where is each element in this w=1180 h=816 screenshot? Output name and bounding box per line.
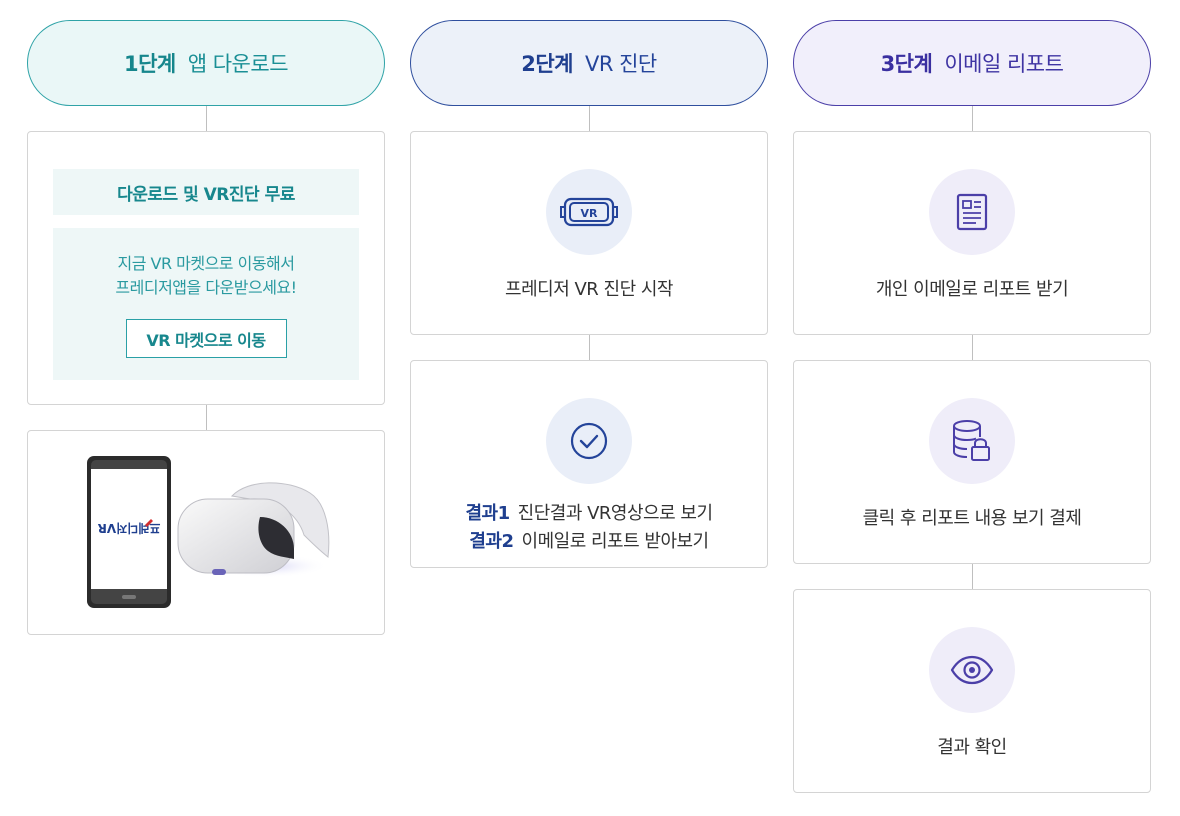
- step2-number: 2단계: [521, 52, 573, 76]
- connector: [971, 564, 973, 589]
- step2-column: 2단계 VR 진단 VR 프레디저 VR 진단 시작 결과1 진단결과 VR영상으…: [410, 20, 768, 568]
- step1-header: 1단계 앱 다운로드: [27, 20, 385, 106]
- download-line-2: 프레디저앱을 다운받으세요!: [115, 278, 297, 297]
- result-key-1: 결과1: [465, 503, 510, 524]
- eye-icon-circle: [929, 627, 1015, 713]
- vr-headset-icon: [177, 482, 330, 578]
- payment-label: 클릭 후 리포트 내용 보기 결제: [862, 508, 1082, 529]
- payment-card: 클릭 후 리포트 내용 보기 결제: [793, 360, 1151, 564]
- email-report-label: 개인 이메일로 리포트 받기: [875, 279, 1069, 300]
- report-icon-circle: [929, 169, 1015, 255]
- result-text-2: 이메일로 리포트 받아보기: [521, 531, 710, 552]
- vr-start-card: VR 프레디저 VR 진단 시작: [410, 131, 768, 335]
- result-key-2: 결과2: [469, 531, 514, 552]
- step3-header: 3단계 이메일 리포트: [793, 20, 1151, 106]
- check-icon-circle: [546, 398, 632, 484]
- vr-icon-text: VR: [581, 207, 599, 220]
- download-card: 다운로드 및 VR진단 무료 지금 VR 마켓으로 이동해서 프레디저앱을 다운…: [27, 131, 385, 405]
- result-item-2: 결과2 이메일로 리포트 받아보기: [465, 528, 712, 556]
- check-circle-icon: [570, 422, 608, 460]
- connector: [971, 335, 973, 360]
- result-list: 결과1 진단결과 VR영상으로 보기 결과2 이메일로 리포트 받아보기: [465, 500, 713, 556]
- vr-market-button[interactable]: VR 마켓으로 이동: [125, 319, 287, 358]
- database-lock-icon-circle: [929, 398, 1015, 484]
- step1-title: 앱 다운로드: [187, 52, 289, 76]
- vr-icon-circle: VR: [546, 169, 632, 255]
- vr-goggles-icon: VR: [560, 197, 618, 227]
- newspaper-icon: [956, 193, 988, 231]
- step2-title: VR 진단: [584, 52, 657, 76]
- download-description: 지금 VR 마켓으로 이동해서 프레디저앱을 다운받으세요!: [115, 252, 297, 300]
- step3-column: 3단계 이메일 리포트 개인 이메일로 리포트 받기 클릭 후 리포트 내용 보…: [793, 20, 1151, 793]
- step3-title: 이메일 리포트: [944, 52, 1064, 76]
- download-info-box: 지금 VR 마켓으로 이동해서 프레디저앱을 다운받으세요! VR 마켓으로 이…: [53, 228, 359, 380]
- phone-and-vr-headset-illustration: 프레디저VR: [87, 456, 330, 608]
- result-confirm-label: 결과 확인: [937, 737, 1007, 758]
- connector: [971, 106, 973, 131]
- smartphone-icon: 프레디저VR: [87, 456, 171, 608]
- result-confirm-card: 결과 확인: [793, 589, 1151, 793]
- device-image-card: 프레디저VR: [27, 430, 385, 635]
- connector: [205, 405, 207, 430]
- result-text-1: 진단결과 VR영상으로 보기: [517, 503, 713, 524]
- phone-logo-text: 프레디저VR: [98, 521, 161, 536]
- connector: [588, 335, 590, 360]
- connector: [205, 106, 207, 131]
- download-line-1: 지금 VR 마켓으로 이동해서: [117, 254, 295, 273]
- step2-header: 2단계 VR 진단: [410, 20, 768, 106]
- database-lock-icon: [953, 420, 990, 461]
- email-report-card: 개인 이메일로 리포트 받기: [793, 131, 1151, 335]
- download-heading: 다운로드 및 VR진단 무료: [53, 169, 359, 215]
- vr-start-label: 프레디저 VR 진단 시작: [505, 279, 673, 300]
- step1-column: 1단계 앱 다운로드 다운로드 및 VR진단 무료 지금 VR 마켓으로 이동해…: [27, 20, 385, 635]
- step3-number: 3단계: [880, 52, 933, 76]
- vr-result-card: 결과1 진단결과 VR영상으로 보기 결과2 이메일로 리포트 받아보기: [410, 360, 768, 568]
- result-item-1: 결과1 진단결과 VR영상으로 보기: [465, 500, 713, 528]
- step1-number: 1단계: [123, 52, 176, 76]
- eye-icon: [950, 655, 994, 685]
- connector: [588, 106, 590, 131]
